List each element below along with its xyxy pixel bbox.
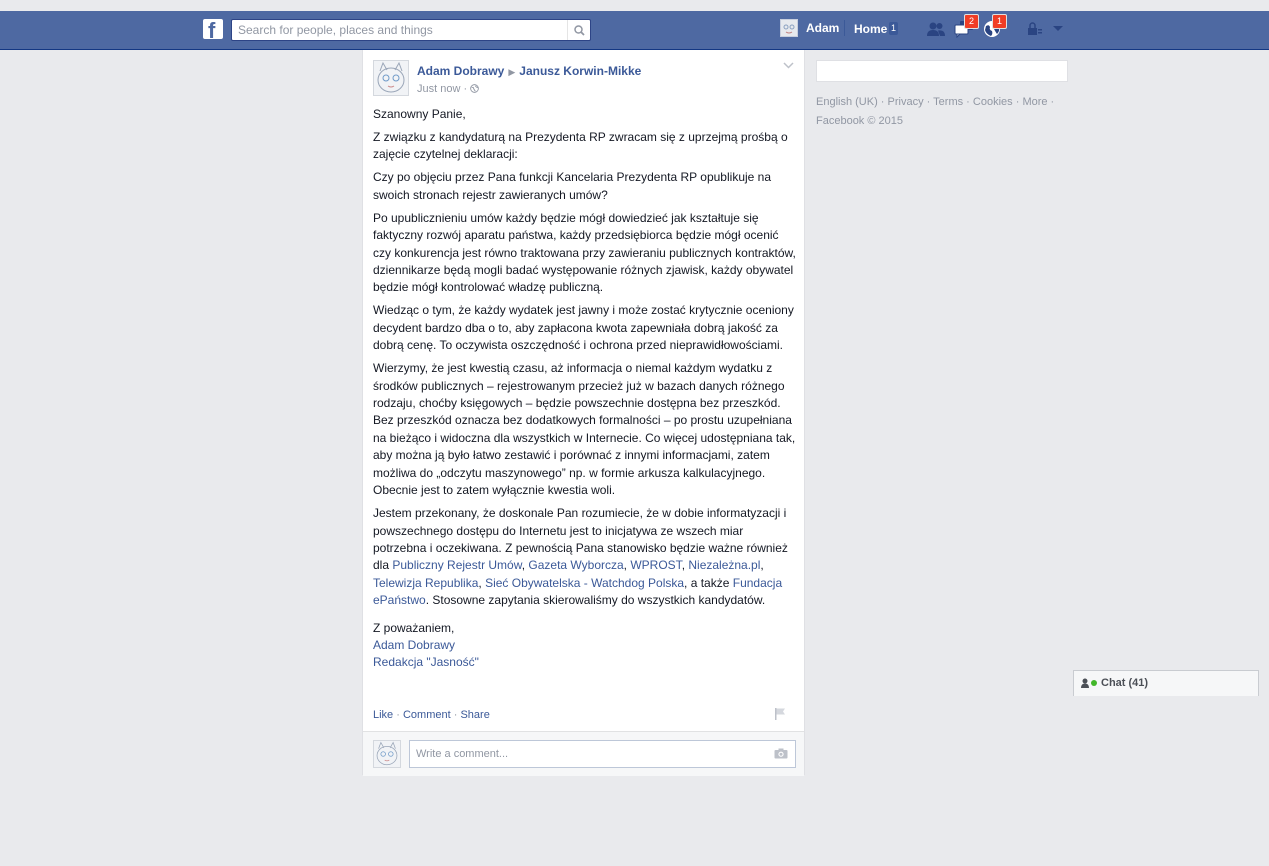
meta-separator: · xyxy=(463,83,471,95)
search-button[interactable] xyxy=(567,20,590,40)
top-bar xyxy=(0,11,1269,50)
search-icon xyxy=(573,24,585,36)
privacy-shortcuts-button[interactable] xyxy=(1024,18,1046,40)
privacy-lock-icon xyxy=(1028,22,1042,35)
nav-user-name: Adam xyxy=(806,21,840,35)
mention-link[interactable]: Niezależna.pl xyxy=(688,558,760,572)
post-header: Adam Dobrawy ▶ Janusz Korwin-Mikke xyxy=(417,64,641,78)
camera-icon[interactable] xyxy=(774,748,788,759)
copyright-text: Facebook © 2015 xyxy=(816,115,903,127)
home-count-badge: 1 xyxy=(889,22,898,35)
chat-user-icon xyxy=(1081,678,1089,688)
post-paragraph: Po upublicznieniu umów każdy będzie mógł… xyxy=(373,210,796,295)
signature-org-link[interactable]: Redakcja "Jasność" xyxy=(373,655,479,669)
messages-button[interactable]: 2 xyxy=(953,14,979,40)
account-menu-button[interactable] xyxy=(1047,18,1069,40)
globe-icon[interactable] xyxy=(470,84,480,93)
mention-link[interactable]: Publiczny Rejestr Umów xyxy=(392,558,521,572)
report-button[interactable] xyxy=(774,707,786,723)
chat-label: Chat (41) xyxy=(1101,677,1149,689)
comment-composer xyxy=(363,731,804,776)
footer-links: English (UK) · Privacy · Terms · Cookies… xyxy=(816,96,1055,127)
post-meta: Just now · xyxy=(417,83,480,95)
facebook-logo-icon[interactable]: f xyxy=(203,19,223,39)
post-author-avatar[interactable] xyxy=(373,60,409,96)
action-separator: · xyxy=(396,709,403,721)
more-link[interactable]: More xyxy=(1022,96,1047,108)
post-paragraph: Szanowny Panie, xyxy=(373,107,466,121)
mention-link[interactable]: Telewizja Republika xyxy=(373,576,478,590)
post-target-link[interactable]: Janusz Korwin-Mikke xyxy=(519,64,641,78)
post-signature: Z poważaniem, Adam Dobrawy Redakcja "Jasno… xyxy=(373,620,479,670)
friend-requests-button[interactable] xyxy=(925,18,947,40)
comment-input-box xyxy=(409,740,796,768)
chat-tab[interactable]: Chat (41) xyxy=(1073,670,1259,696)
post-options-button[interactable] xyxy=(783,60,794,72)
nav-divider xyxy=(844,20,845,36)
search-box xyxy=(231,19,591,41)
post-paragraph: Wiedząc o tym, że każdy wydatek jest jaw… xyxy=(373,303,794,353)
comment-link[interactable]: Comment xyxy=(403,709,451,721)
notifications-button[interactable]: 1 xyxy=(981,14,1007,40)
signature-name-link[interactable]: Adam Dobrawy xyxy=(373,638,455,652)
cookies-link[interactable]: Cookies xyxy=(973,96,1013,108)
terms-link[interactable]: Terms xyxy=(933,96,963,108)
online-status-dot xyxy=(1091,680,1097,686)
post-body: Szanowny Panie, Z związku z kandydaturą … xyxy=(373,106,797,677)
mention-link[interactable]: WPROST xyxy=(630,558,681,572)
language-link[interactable]: English (UK) xyxy=(816,96,878,108)
share-link[interactable]: Share xyxy=(460,709,489,721)
post-paragraph: Wierzymy, że jest kwestią czasu, aż info… xyxy=(373,361,796,498)
post-author-link[interactable]: Adam Dobrawy xyxy=(417,64,504,78)
dropdown-caret-icon xyxy=(1053,26,1063,31)
privacy-link[interactable]: Privacy xyxy=(888,96,924,108)
nav-home-link[interactable]: Home xyxy=(854,22,887,36)
post-card: Adam Dobrawy ▶ Janusz Korwin-Mikke Just no… xyxy=(362,50,805,776)
like-link[interactable]: Like xyxy=(373,709,393,721)
chevron-down-icon xyxy=(783,62,794,69)
friends-icon xyxy=(927,22,945,36)
post-paragraph: Z związku z kandydaturą na Prezydenta RP… xyxy=(373,130,788,162)
post-timestamp[interactable]: Just now xyxy=(417,83,460,95)
triangle-right-icon: ▶ xyxy=(508,67,516,77)
right-column-box xyxy=(816,60,1068,82)
post-paragraph: Jestem przekonany, że doskonale Pan rozu… xyxy=(373,506,788,608)
top-strip xyxy=(0,0,1269,11)
nav-profile-link[interactable]: Adam xyxy=(780,19,839,37)
comment-input[interactable] xyxy=(410,741,756,767)
messages-badge: 2 xyxy=(964,14,979,29)
post-paragraph: Czy po objęciu przez Pana funkcji Kancel… xyxy=(373,170,772,202)
mention-link[interactable]: Sieć Obywatelska - Watchdog Polska xyxy=(485,576,684,590)
chat-tab-inner: Chat (41) xyxy=(1081,677,1148,689)
commenter-avatar xyxy=(373,740,401,768)
mention-link[interactable]: Gazeta Wyborcza xyxy=(528,558,623,572)
nav-avatar xyxy=(780,19,798,37)
flag-icon xyxy=(775,708,785,720)
post-actions: Like · Comment · Share xyxy=(373,709,490,721)
search-input[interactable] xyxy=(232,20,558,40)
notifications-badge: 1 xyxy=(992,14,1007,29)
